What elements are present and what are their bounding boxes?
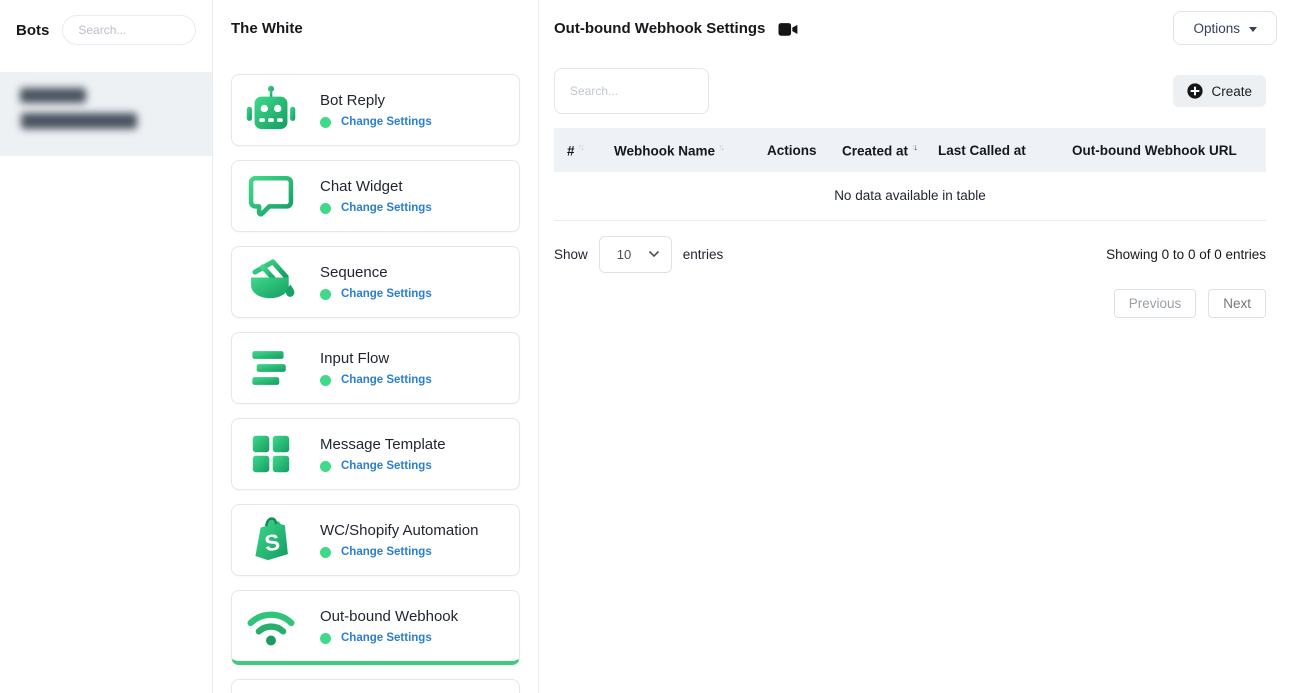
video-camera-icon[interactable] (778, 22, 799, 37)
pagination: Previous Next (554, 289, 1266, 318)
column-header-outbound-webhook-url: Out-bound Webhook URL (1062, 128, 1266, 172)
chevron-down-icon (1249, 27, 1257, 32)
feature-card-bot-reply[interactable]: Bot Reply Change Settings (231, 74, 520, 146)
next-page-button[interactable]: Next (1208, 289, 1266, 318)
feature-card-outbound-webhook[interactable]: Out-bound Webhook Change Settings (231, 590, 520, 665)
plus-circle-icon (1187, 83, 1203, 99)
table-empty-row: No data available in table (554, 172, 1266, 220)
sidebar-header: Bots (0, 0, 212, 59)
show-label: Show (554, 247, 588, 262)
grid-icon (245, 428, 297, 480)
column-header-index[interactable]: #↑↓ (554, 128, 606, 172)
change-settings-link[interactable]: Change Settings (341, 116, 432, 128)
options-button[interactable]: Options (1173, 11, 1277, 45)
column-header-actions: Actions (759, 128, 834, 172)
change-settings-link[interactable]: Change Settings (341, 460, 432, 472)
page-size-select[interactable]: 10 (599, 236, 672, 273)
page-title: Out-bound Webhook Settings (554, 20, 765, 37)
bot-phone-redacted (21, 113, 137, 129)
sort-icon-active-desc[interactable]: ↑↓ (911, 142, 916, 152)
status-dot (320, 547, 331, 558)
feature-card-partial[interactable] (231, 679, 520, 693)
change-settings-link[interactable]: Change Settings (341, 374, 432, 386)
list-bars-icon (245, 342, 297, 394)
card-title: WC/Shopify Automation (320, 522, 478, 539)
bots-sidebar: Bots (0, 0, 213, 693)
entries-summary: Showing 0 to 0 of 0 entries (1106, 247, 1266, 262)
feature-card-sequence[interactable]: Sequence Change Settings (231, 246, 520, 318)
bot-name-redacted (20, 88, 86, 103)
webhook-search-input[interactable] (554, 68, 709, 114)
status-dot (320, 375, 331, 386)
column-header-last-called-at: Last Called at (930, 128, 1062, 172)
sidebar-title: Bots (16, 22, 49, 39)
sort-icon[interactable]: ↑↓ (578, 142, 583, 152)
card-title: Input Flow (320, 350, 432, 367)
feature-card-message-template[interactable]: Message Template Change Settings (231, 418, 520, 490)
feature-card-chat-widget[interactable]: Chat Widget Change Settings (231, 160, 520, 232)
status-dot (320, 289, 331, 300)
feature-card-wc-shopify[interactable]: S WC/Shopify Automation Change Settings (231, 504, 520, 576)
wifi-icon (245, 600, 297, 652)
bot-features-panel: The White Bot Reply Change Settings (213, 0, 539, 693)
column-header-webhook-name[interactable]: Webhook Name↑↓ (606, 128, 759, 172)
shopify-bag-icon: S (245, 514, 297, 566)
change-settings-link[interactable]: Change Settings (341, 632, 432, 644)
card-title: Out-bound Webhook (320, 608, 458, 625)
card-title: Bot Reply (320, 92, 432, 109)
robot-icon (245, 84, 297, 136)
create-button-label: Create (1211, 84, 1252, 99)
column-header-created-at[interactable]: Created at↑↓ (834, 128, 930, 172)
webhooks-table: #↑↓ Webhook Name↑↓ Actions Created at↑↓ … (554, 128, 1266, 221)
change-settings-link[interactable]: Change Settings (341, 202, 432, 214)
card-title: Message Template (320, 436, 446, 453)
options-button-label: Options (1193, 21, 1240, 36)
previous-page-button[interactable]: Previous (1114, 289, 1197, 318)
bots-search-input[interactable] (62, 15, 196, 45)
chat-bubble-icon (245, 170, 297, 222)
bot-name-heading: The White (231, 20, 520, 37)
change-settings-link[interactable]: Change Settings (341, 546, 432, 558)
feature-card-input-flow[interactable]: Input Flow Change Settings (231, 332, 520, 404)
paint-bucket-icon (245, 256, 297, 308)
card-title: Sequence (320, 264, 432, 281)
empty-message: No data available in table (554, 172, 1266, 220)
change-settings-link[interactable]: Change Settings (341, 288, 432, 300)
entries-label: entries (683, 247, 724, 262)
status-dot (320, 633, 331, 644)
status-dot (320, 203, 331, 214)
chevron-down-icon (648, 250, 660, 258)
bot-list-item-selected[interactable] (0, 72, 212, 156)
card-title: Chat Widget (320, 178, 432, 195)
sort-icon[interactable]: ↑↓ (718, 142, 723, 152)
status-dot (320, 461, 331, 472)
page-size-value: 10 (617, 247, 631, 262)
create-button[interactable]: Create (1173, 75, 1266, 107)
outbound-webhook-settings-panel: Out-bound Webhook Settings Options (539, 0, 1293, 693)
status-dot (320, 117, 331, 128)
